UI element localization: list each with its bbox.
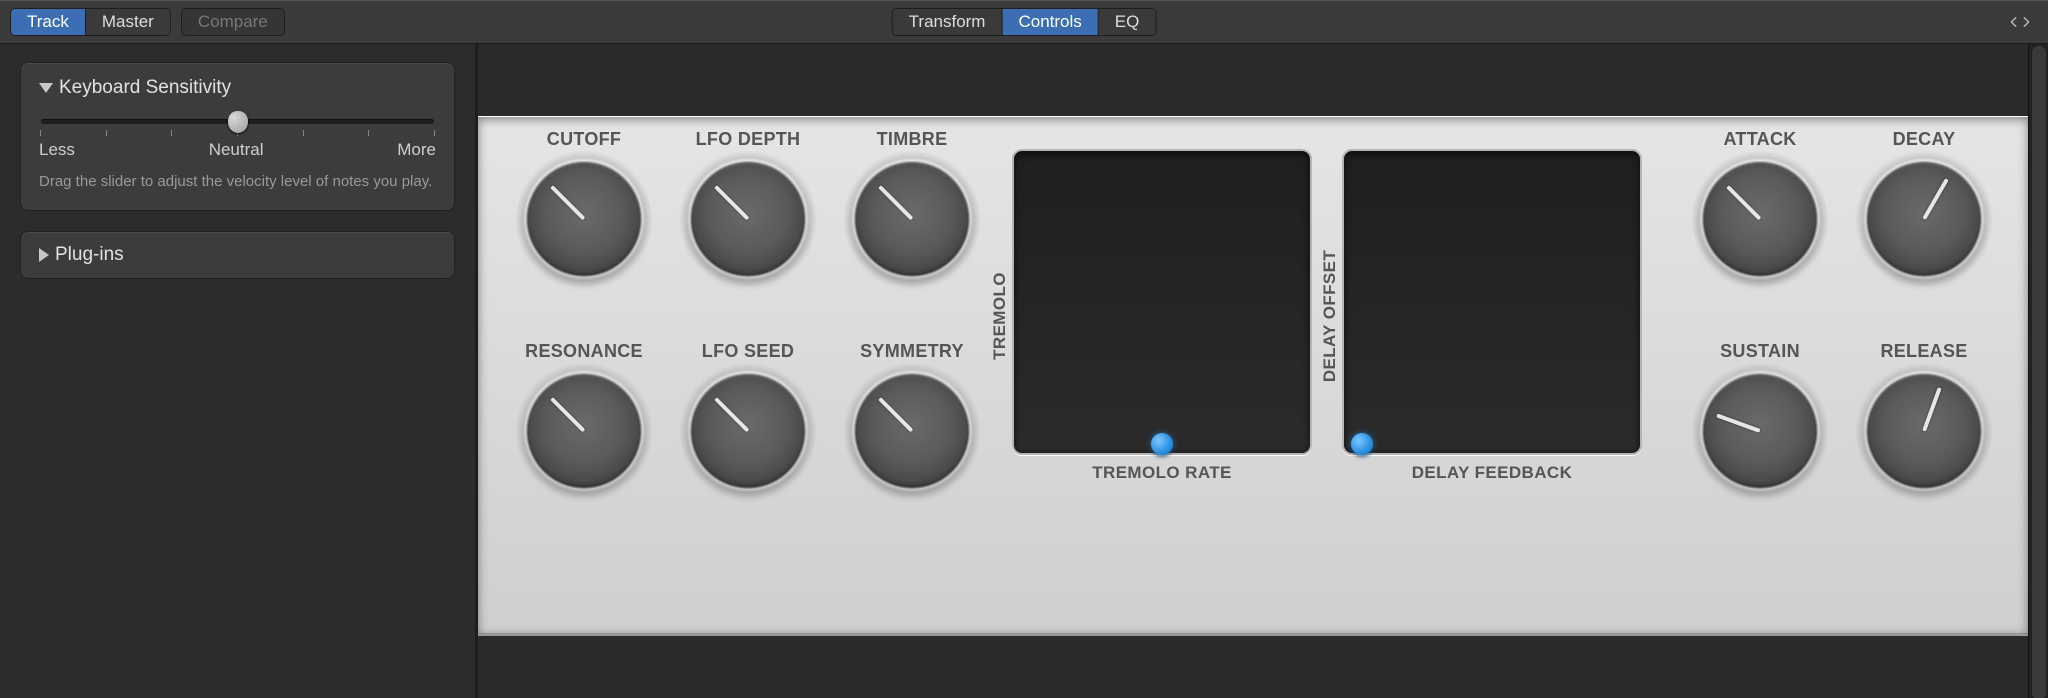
knob-attack: ATTACK	[1678, 129, 1842, 339]
knob-dial[interactable]	[1702, 161, 1818, 277]
xy-pads: TREMOLOTREMOLO RATEDELAY OFFSETDELAY FEE…	[1012, 149, 1642, 483]
knob-label: CUTOFF	[547, 129, 621, 153]
slider-mid-label: Neutral	[209, 140, 264, 160]
synth-panel: CUTOFF LFO DEPTH TIMBRE RESONANCE LFO SEED SY…	[478, 116, 2028, 636]
pad-y-label: TREMOLO	[990, 272, 1010, 360]
expand-icon[interactable]	[2002, 11, 2038, 33]
knob-symmetry: SYMMETRY	[830, 341, 994, 551]
slider-max-label: More	[397, 140, 436, 160]
xy-pad-surface[interactable]	[1342, 149, 1642, 455]
tab-track[interactable]: Track	[11, 9, 86, 35]
plugins-panel: Plug-ins	[20, 231, 455, 279]
knob-label: TIMBRE	[877, 129, 948, 153]
knob-dial[interactable]	[1866, 373, 1982, 489]
pad-x-label: DELAY FEEDBACK	[1342, 463, 1642, 483]
knob-dial[interactable]	[690, 373, 806, 489]
knob-label: LFO SEED	[702, 341, 794, 365]
knob-dial[interactable]	[1866, 161, 1982, 277]
velocity-slider[interactable]: Less Neutral More	[39, 119, 436, 160]
compare-button[interactable]: Compare	[181, 8, 285, 36]
knob-lfo-seed: LFO SEED	[666, 341, 830, 551]
keyboard-sensitivity-panel: Keyboard Sensitivity Less Neutral More D…	[20, 62, 455, 211]
tab-eq[interactable]: EQ	[1099, 9, 1156, 35]
knob-lfo-depth: LFO DEPTH	[666, 129, 830, 339]
slider-labels: Less Neutral More	[39, 140, 436, 160]
velocity-help-text: Drag the slider to adjust the velocity l…	[39, 172, 436, 192]
top-toolbar: Track Master Compare Transform Controls …	[0, 0, 2048, 44]
xy-pad-dot[interactable]	[1351, 433, 1373, 455]
disclosure-right-icon	[39, 248, 49, 262]
disclosure-down-icon	[39, 83, 53, 93]
knob-release: RELEASE	[1842, 341, 2006, 551]
knob-decay: DECAY	[1842, 129, 2006, 339]
tab-transform[interactable]: Transform	[893, 9, 1003, 35]
knob-dial[interactable]	[526, 373, 642, 489]
knob-dial[interactable]	[690, 161, 806, 277]
xy-pad-surface[interactable]	[1012, 149, 1312, 455]
plugins-title: Plug-ins	[55, 244, 124, 266]
knob-cutoff: CUTOFF	[502, 129, 666, 339]
tab-master[interactable]: Master	[86, 9, 170, 35]
knob-label: ATTACK	[1723, 129, 1796, 153]
main-area: Keyboard Sensitivity Less Neutral More D…	[0, 44, 2048, 698]
plugins-header[interactable]: Plug-ins	[39, 244, 436, 266]
knob-sustain: SUSTAIN	[1678, 341, 1842, 551]
knob-resonance: RESONANCE	[502, 341, 666, 551]
knob-label: SUSTAIN	[1720, 341, 1800, 365]
view-mode-segmented: Transform Controls EQ	[892, 8, 1157, 36]
pad-y-label: DELAY OFFSET	[1320, 250, 1340, 382]
knob-label: RELEASE	[1880, 341, 1967, 365]
knob-label: SYMMETRY	[860, 341, 964, 365]
knob-dial[interactable]	[854, 373, 970, 489]
knob-timbre: TIMBRE	[830, 129, 994, 339]
knob-label: LFO DEPTH	[696, 129, 801, 153]
pad-x-label: TREMOLO RATE	[1012, 463, 1312, 483]
xy-pad-tremolo-rate: TREMOLOTREMOLO RATE	[1012, 149, 1312, 483]
track-master-segmented: Track Master	[10, 8, 171, 36]
slider-min-label: Less	[39, 140, 75, 160]
knob-grid-left: CUTOFF LFO DEPTH TIMBRE RESONANCE LFO SEED SY…	[502, 129, 994, 551]
scrollbar-thumb[interactable]	[2032, 46, 2046, 698]
knob-dial[interactable]	[854, 161, 970, 277]
knob-dial[interactable]	[526, 161, 642, 277]
knob-label: RESONANCE	[525, 341, 643, 365]
tab-controls[interactable]: Controls	[1002, 9, 1098, 35]
xy-pad-delay-feedback: DELAY OFFSETDELAY FEEDBACK	[1342, 149, 1642, 483]
keyboard-sensitivity-header[interactable]: Keyboard Sensitivity	[39, 77, 436, 99]
xy-pad-dot[interactable]	[1151, 433, 1173, 455]
knob-grid-right: ATTACK DECAY SUSTAIN RELEASE	[1678, 129, 2006, 551]
knob-label: DECAY	[1893, 129, 1956, 153]
keyboard-sensitivity-title: Keyboard Sensitivity	[59, 77, 231, 99]
left-sidebar: Keyboard Sensitivity Less Neutral More D…	[0, 44, 478, 698]
slider-thumb[interactable]	[228, 111, 248, 133]
vertical-scrollbar[interactable]	[2028, 44, 2048, 698]
knob-dial[interactable]	[1702, 373, 1818, 489]
instrument-editor: CUTOFF LFO DEPTH TIMBRE RESONANCE LFO SEED SY…	[478, 44, 2028, 698]
